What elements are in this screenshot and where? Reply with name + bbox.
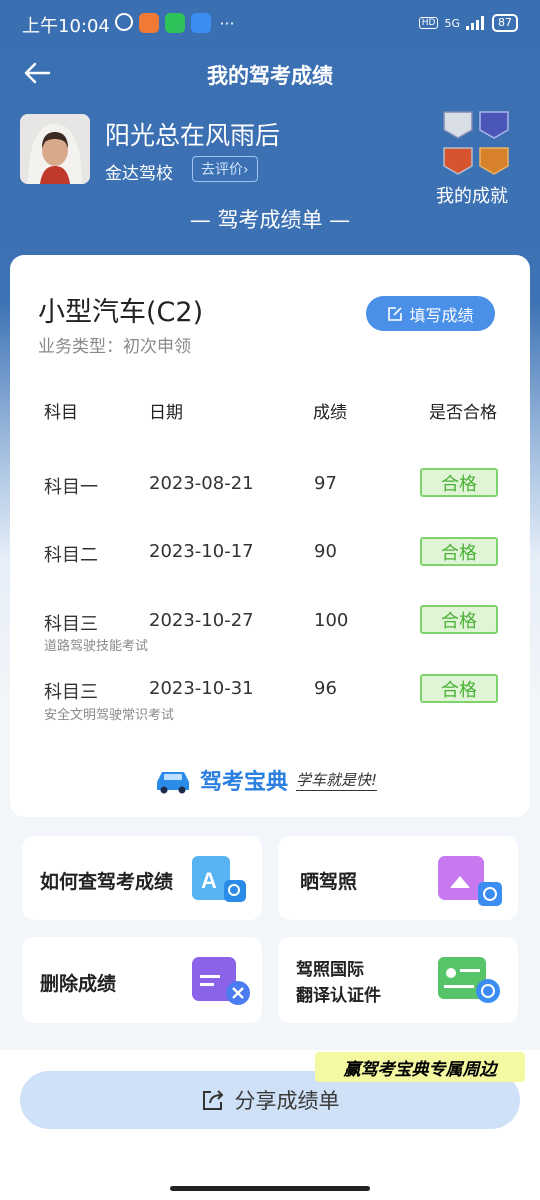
brand-logo: 驾考宝典 学车就是快!: [154, 764, 378, 796]
brand-slogan: 学车就是快!: [296, 771, 378, 791]
promo-banner[interactable]: 赢驾考宝典专属周边: [315, 1052, 525, 1082]
tile-label-multiline: 驾照国际 翻译认证件: [296, 957, 381, 1009]
row-subject: 科目三: [44, 614, 98, 635]
avatar[interactable]: [20, 114, 90, 184]
row-score: 97: [314, 473, 337, 494]
score-sheet-title: — 驾考成绩单 —: [189, 208, 351, 232]
photo-camera-icon: [438, 856, 502, 906]
share-label: 分享成绩单: [234, 1089, 340, 1113]
car-logo-icon: [157, 772, 189, 794]
wechat-icon: [165, 13, 185, 33]
battery-indicator: 87: [492, 14, 518, 32]
status-right: HD 5G 87: [418, 14, 518, 32]
status-time: 上午10:04: [22, 16, 110, 37]
message-icon: [191, 13, 211, 33]
row-date: 2023-10-17: [149, 541, 254, 562]
vehicle-type: 小型汽车(C2): [38, 297, 204, 328]
pass-badge: 合格: [420, 674, 498, 703]
brand-name: 驾考宝典: [200, 770, 289, 795]
page-title: 我的驾考成绩: [207, 64, 333, 88]
fill-score-label: 填写成绩: [409, 305, 474, 325]
tile-delete-score[interactable]: 删除成绩: [22, 937, 262, 1023]
row-note: 安全文明驾驶常识考试: [44, 708, 175, 723]
tile-license-translation[interactable]: 驾照国际 翻译认证件: [278, 937, 518, 1023]
row-subject: 科目二: [44, 545, 98, 566]
header-pass: 是否合格: [429, 403, 497, 423]
row-date: 2023-08-21: [149, 473, 254, 494]
tile-show-license[interactable]: 晒驾照: [278, 836, 518, 920]
svg-text:A: A: [201, 868, 217, 893]
row-subject: 科目三: [44, 682, 98, 703]
app-notification-icon: [139, 13, 159, 33]
row-score: 96: [314, 678, 337, 699]
row-note: 道路驾驶技能考试: [44, 639, 149, 654]
row-subject: 科目一: [44, 477, 98, 498]
row-date: 2023-10-31: [149, 678, 254, 699]
status-bar: 上午10:04 ··· HD 5G 87: [0, 0, 540, 48]
row-score: 90: [314, 541, 337, 562]
user-name: 阳光总在风雨后: [105, 121, 281, 150]
driving-school: 金达驾校: [105, 164, 173, 184]
tile-check-score[interactable]: 如何查驾考成绩 A: [22, 836, 262, 920]
edit-icon: [388, 306, 403, 321]
rate-label: 去评价: [201, 162, 243, 178]
tile-label: 如何查驾考成绩: [40, 871, 174, 893]
row-score: 100: [314, 610, 349, 631]
signal-icon: [466, 16, 484, 30]
promo-text: 赢驾考宝典专属周边: [343, 1059, 497, 1080]
achievement-badges-icon[interactable]: [440, 108, 512, 180]
header-score: 成绩: [313, 403, 347, 423]
clipboard-delete-icon: [192, 957, 250, 1005]
chevron-right-icon: ›: [243, 162, 249, 178]
more-icon: ···: [219, 13, 235, 33]
tile-label: 晒驾照: [300, 871, 358, 893]
tile-label-line: 驾照国际: [296, 960, 364, 980]
tile-label-line: 翻译认证件: [296, 986, 381, 1006]
hd-icon: HD: [418, 17, 439, 29]
notification-icons: ···: [115, 13, 237, 33]
network-label: 5G: [444, 16, 460, 30]
header-date: 日期: [149, 403, 183, 423]
share-icon: [202, 1090, 223, 1110]
fill-score-button[interactable]: 填写成绩: [366, 296, 495, 331]
home-indicator[interactable]: [170, 1186, 370, 1191]
business-type: 业务类型：初次申领: [38, 337, 191, 357]
rate-button[interactable]: 去评价›: [192, 156, 258, 182]
tile-label: 删除成绩: [40, 973, 117, 995]
header-subject: 科目: [44, 403, 78, 423]
id-card-translate-icon: [438, 957, 500, 1003]
document-search-icon: A: [192, 856, 246, 902]
pass-badge: 合格: [420, 537, 498, 566]
row-date: 2023-10-27: [149, 610, 254, 631]
pass-badge: 合格: [420, 605, 498, 634]
alarm-icon: [115, 13, 133, 31]
pass-badge: 合格: [420, 468, 498, 497]
